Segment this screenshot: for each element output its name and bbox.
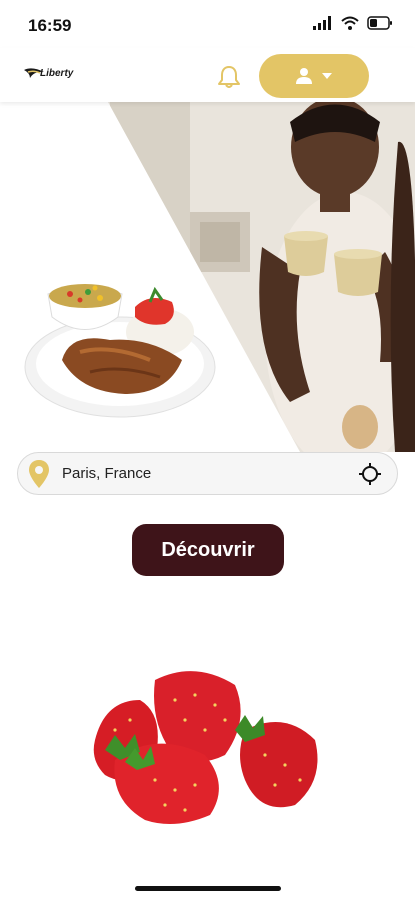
app-header: Liberty <box>0 48 415 102</box>
caret-down-icon <box>322 73 332 79</box>
strawberries-image <box>93 671 318 824</box>
hero-image <box>24 102 415 452</box>
status-bar: 16:59 <box>0 0 415 48</box>
signal-icon <box>313 16 331 30</box>
discover-button[interactable]: Découvrir <box>132 524 284 576</box>
logo-text: Liberty <box>40 68 74 79</box>
hero-banner <box>0 102 415 452</box>
battery-icon <box>367 16 392 30</box>
home-indicator <box>135 886 281 891</box>
user-menu-button[interactable] <box>259 54 369 98</box>
notifications-button[interactable] <box>216 64 242 90</box>
status-icons <box>313 16 393 30</box>
strawberry-group <box>93 671 318 824</box>
food-plate <box>24 284 216 418</box>
bell-icon <box>218 66 240 88</box>
location-search-bar[interactable]: Paris, France <box>17 452 398 495</box>
locate-me-icon[interactable] <box>359 463 381 485</box>
liberty-logo[interactable]: Liberty <box>24 64 76 86</box>
location-pin-icon <box>29 460 49 488</box>
user-icon <box>296 68 312 84</box>
status-time: 16:59 <box>28 16 72 35</box>
wifi-icon <box>341 16 359 30</box>
location-text: Paris, France <box>62 465 152 482</box>
